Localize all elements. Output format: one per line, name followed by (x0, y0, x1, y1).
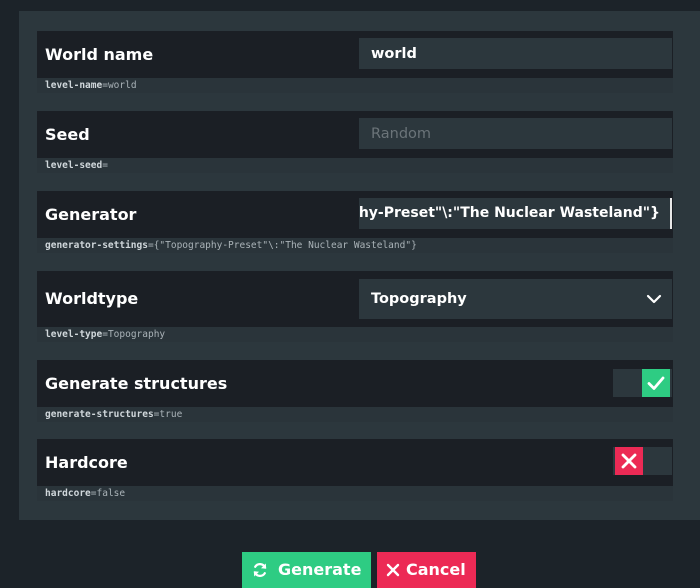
refresh-icon (253, 563, 267, 577)
property-value: Topography (107, 329, 166, 340)
setting-header: World name (37, 31, 673, 78)
settings-panel: World name level-name=world Seed level-s… (19, 11, 700, 520)
toggle-knob (642, 369, 670, 397)
x-icon (386, 563, 400, 577)
property-key: generator-settings (45, 240, 148, 251)
property-line: level-type=Topography (37, 327, 673, 342)
property-line: level-seed= (37, 158, 673, 173)
generator-input-value: hy-Preset"\:"The Nuclear Wasteland"} (359, 205, 660, 221)
setting-worldtype: Worldtype Topography level-type=Topograp… (37, 271, 673, 342)
seed-input[interactable] (359, 118, 672, 149)
property-key: hardcore (45, 488, 91, 499)
property-key: level-name (45, 80, 103, 91)
chevron-down-icon (646, 294, 662, 304)
worldtype-selected-value: Topography (371, 291, 467, 307)
property-line: hardcore=false (37, 486, 673, 501)
property-value: {"Topography-Preset"\:"The Nuclear Waste… (153, 240, 417, 251)
generate-button[interactable]: Generate (242, 552, 371, 588)
generate-button-label: Generate (278, 560, 362, 579)
cancel-button[interactable]: Cancel (377, 552, 476, 588)
setting-generator: Generator hy-Preset"\:"The Nuclear Waste… (37, 191, 673, 253)
setting-label: Worldtype (45, 289, 139, 308)
property-line: generate-structures=true (37, 407, 673, 422)
property-value: false (96, 488, 126, 499)
property-line: generator-settings={"Topography-Preset"\… (37, 238, 673, 253)
worldtype-select[interactable]: Topography (359, 279, 672, 319)
property-key: generate-structures (45, 409, 154, 420)
setting-world-name: World name level-name=world (37, 31, 673, 93)
setting-label: World name (45, 45, 154, 64)
cancel-button-label: Cancel (406, 560, 466, 579)
property-value: world (107, 80, 137, 91)
check-icon (647, 376, 665, 390)
property-value: true (159, 409, 183, 420)
generate-structures-toggle[interactable] (613, 369, 672, 397)
setting-header: Worldtype Topography (37, 271, 673, 327)
hardcore-toggle[interactable] (613, 447, 672, 475)
x-icon (621, 453, 637, 469)
setting-header: Generate structures (37, 360, 673, 407)
generator-input[interactable]: hy-Preset"\:"The Nuclear Wasteland"} (359, 198, 672, 229)
setting-header: Generator hy-Preset"\:"The Nuclear Waste… (37, 191, 673, 238)
setting-label: Generate structures (45, 374, 228, 393)
setting-generate-structures: Generate structures generate-structures=… (37, 360, 673, 422)
setting-header: Seed (37, 111, 673, 158)
setting-label: Generator (45, 205, 137, 224)
setting-seed: Seed level-seed= (37, 111, 673, 173)
world-name-input[interactable] (359, 38, 672, 69)
setting-label: Hardcore (45, 453, 128, 472)
setting-hardcore: Hardcore hardcore=false (37, 439, 673, 501)
setting-header: Hardcore (37, 439, 673, 486)
property-key: level-type (45, 329, 103, 340)
toggle-knob (615, 447, 643, 475)
setting-label: Seed (45, 125, 90, 144)
property-line: level-name=world (37, 78, 673, 93)
property-key: level-seed (45, 160, 103, 171)
